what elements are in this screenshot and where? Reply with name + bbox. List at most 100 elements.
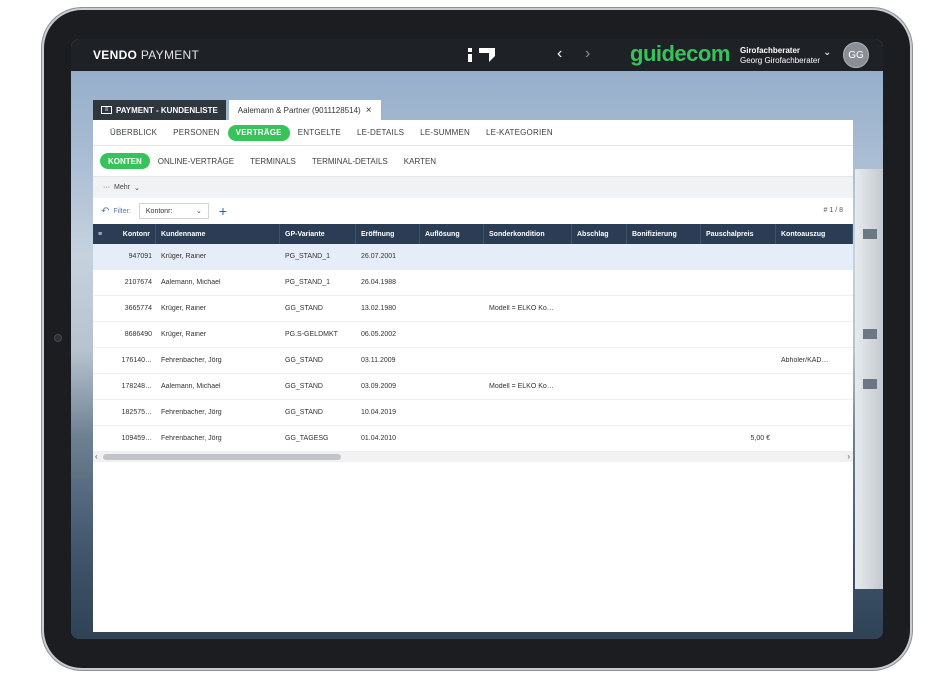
- table-cell: 13.02.1980: [361, 305, 397, 312]
- primary-nav: ÜBERBLICK PERSONEN VERTRÄGE ENTGELTE LE-…: [93, 120, 853, 146]
- background-building: [855, 169, 883, 589]
- column-header-pauschalpreis[interactable]: Pauschalpreis: [701, 224, 776, 244]
- workspace-tabs: ≡ PAYMENT - KUNDENLISTE Aalemann & Partn…: [93, 100, 381, 120]
- subnav-item-terminals[interactable]: TERMINALS: [242, 157, 304, 166]
- scroll-right-icon[interactable]: ›: [847, 452, 850, 461]
- table-cell: 03.09.2009: [361, 383, 397, 390]
- horizontal-scrollbar[interactable]: ‹ ›: [93, 452, 853, 462]
- table-row[interactable]: 8686490 Krüger, Rainer PG.S-GELDMKT 06.05.2…: [93, 322, 853, 348]
- filter-bar: ↶ Filter: Kontonr: ⌄ + # 1 / 8: [93, 198, 853, 224]
- table-cell: GG_STAND: [285, 383, 323, 390]
- tab-customer-detail[interactable]: Aalemann & Partner (9011128514) ×: [228, 100, 381, 120]
- table-cell: 947091: [128, 253, 152, 260]
- table-cell: Modell = ELKO Ko…: [489, 383, 554, 390]
- app-header: VENDO PAYMENT ‹ › guidecom Girofachberat…: [71, 39, 883, 71]
- scroll-thumb[interactable]: [103, 454, 341, 460]
- avatar[interactable]: GG: [843, 42, 869, 68]
- more-dots-icon: ···: [103, 184, 110, 191]
- nav-item-entgelte[interactable]: ENTGELTE: [290, 128, 349, 137]
- table-cell: 5,00 €: [750, 435, 770, 442]
- vendo-logo-icon: [468, 48, 495, 62]
- column-header-aufloesung[interactable]: Auflösung: [420, 224, 484, 244]
- table-cell: Krüger, Rainer: [161, 305, 207, 312]
- table-cell: 109459…: [121, 435, 152, 442]
- table-cell: Aalemann, Michael: [161, 383, 221, 390]
- chevron-down-icon[interactable]: ⌄: [823, 47, 831, 58]
- column-settings-icon[interactable]: ≡: [98, 231, 102, 238]
- table-row[interactable]: 178248… Aalemann, Michael GG_STAND 03.09.20…: [93, 374, 853, 400]
- nav-item-ueberblick[interactable]: ÜBERBLICK: [102, 128, 165, 137]
- table-body: 947091 Krüger, Rainer PG_STAND_1 26.07.2001…: [93, 244, 853, 452]
- chevron-down-icon: ⌄: [133, 184, 140, 192]
- table-cell: Fehrenbacher, Jörg: [161, 357, 222, 364]
- add-filter-button[interactable]: +: [219, 203, 227, 219]
- user-info[interactable]: Girofachberater Georg Girofachberater: [740, 46, 820, 66]
- subnav-item-karten[interactable]: KARTEN: [396, 157, 444, 166]
- table-cell: 10.04.2019: [361, 409, 397, 416]
- filter-toggle[interactable]: ↶ Filter:: [101, 206, 131, 217]
- table-cell: Krüger, Rainer: [161, 331, 207, 338]
- subnav-item-online-vertraege[interactable]: ONLINE-VERTRÄGE: [150, 157, 242, 166]
- tab-label: PAYMENT - KUNDENLISTE: [116, 105, 218, 115]
- user-name: Georg Girofachberater: [740, 56, 821, 65]
- table-cell: PG.S-GELDMKT: [285, 331, 338, 338]
- camera-icon: [54, 334, 62, 342]
- table-cell: PG_STAND_1: [285, 253, 330, 260]
- tab-customer-list[interactable]: ≡ PAYMENT - KUNDENLISTE: [93, 100, 226, 120]
- table-cell: 2107674: [124, 279, 152, 286]
- column-header-eroeffnung[interactable]: Eröffnung: [356, 224, 420, 244]
- guidecom-logo: guidecom: [630, 41, 730, 66]
- table-cell: GG_TAGESG: [285, 435, 329, 442]
- column-header-bonifizierung[interactable]: Bonifizierung: [627, 224, 701, 244]
- column-header-sonderkondition[interactable]: Sonderkondition: [484, 224, 572, 244]
- undo-icon: ↶: [101, 205, 110, 217]
- table-cell: 176140…: [121, 357, 152, 364]
- more-button[interactable]: Mehr: [114, 184, 130, 191]
- table-cell: 01.04.2010: [361, 435, 397, 442]
- table-cell: 03.11.2009: [361, 357, 396, 364]
- column-header-kontoauszug[interactable]: Kontoauszug: [776, 224, 853, 244]
- table-cell: 8686490: [124, 331, 152, 338]
- table-row[interactable]: 947091 Krüger, Rainer PG_STAND_1 26.07.2001: [93, 244, 853, 270]
- table-cell: 178248…: [121, 383, 152, 390]
- table-row[interactable]: 2107674 Aalemann, Michael PG_STAND_1 26.04.…: [93, 270, 853, 296]
- table-cell: Fehrenbacher, Jörg: [161, 435, 222, 442]
- subnav-item-konten[interactable]: KONTEN: [100, 153, 150, 169]
- column-header-kundenname[interactable]: Kundenname: [156, 224, 280, 244]
- table-header: ≡ Kontonr Kundenname GP-Variante Eröffnu…: [93, 224, 853, 244]
- list-icon: ≡: [101, 106, 112, 114]
- secondary-nav: KONTEN ONLINE-VERTRÄGE TERMINALS TERMINA…: [93, 146, 853, 176]
- table-row[interactable]: 109459… Fehrenbacher, Jörg GG_TAGESG 01.04.…: [93, 426, 853, 452]
- tablet-frame: VENDO PAYMENT ‹ › guidecom Girofachberat…: [44, 10, 910, 668]
- table-cell: GG_STAND: [285, 409, 323, 416]
- scroll-left-icon[interactable]: ‹: [95, 452, 98, 461]
- table-cell: GG_STAND: [285, 357, 323, 364]
- nav-item-le-kategorien[interactable]: LE-KATEGORIEN: [478, 128, 561, 137]
- table-row[interactable]: 3665774 Krüger, Rainer GG_STAND 13.02.1980 M…: [93, 296, 853, 322]
- forward-arrow-icon[interactable]: ›: [585, 45, 590, 63]
- table-cell: 26.07.2001: [361, 253, 397, 260]
- tab-label: Aalemann & Partner (9011128514): [237, 105, 361, 115]
- column-header-abschlag[interactable]: Abschlag: [572, 224, 627, 244]
- nav-item-vertraege[interactable]: VERTRÄGE: [227, 124, 290, 141]
- table-cell: Abholer/KAD…: [781, 357, 829, 364]
- close-icon[interactable]: ×: [366, 105, 372, 116]
- column-header-gp-variante[interactable]: GP-Variante: [280, 224, 356, 244]
- user-role: Girofachberater: [740, 46, 801, 55]
- table-cell: Fehrenbacher, Jörg: [161, 409, 222, 416]
- filter-field-select[interactable]: Kontonr: ⌄: [138, 203, 209, 219]
- filter-label: Filter:: [113, 207, 131, 215]
- table-cell: GG_STAND: [285, 305, 323, 312]
- nav-item-personen[interactable]: PERSONEN: [165, 128, 228, 137]
- nav-item-le-summen[interactable]: LE-SUMMEN: [412, 128, 478, 137]
- back-arrow-icon[interactable]: ‹: [557, 45, 562, 63]
- page-count: # 1 / 8: [823, 207, 843, 214]
- app-brand[interactable]: VENDO PAYMENT: [93, 48, 199, 62]
- column-header-kontonr[interactable]: ≡ Kontonr: [93, 224, 156, 244]
- more-bar: ··· Mehr ⌄: [93, 176, 853, 198]
- table-row[interactable]: 176140… Fehrenbacher, Jörg GG_STAND 03.11.2…: [93, 348, 853, 374]
- table-row[interactable]: 182575… Fehrenbacher, Jörg GG_STAND 10.04.2…: [93, 400, 853, 426]
- nav-item-le-details[interactable]: LE-DETAILS: [349, 128, 412, 137]
- subnav-item-terminal-details[interactable]: TERMINAL-DETAILS: [304, 157, 396, 166]
- screen: VENDO PAYMENT ‹ › guidecom Girofachberat…: [71, 39, 883, 639]
